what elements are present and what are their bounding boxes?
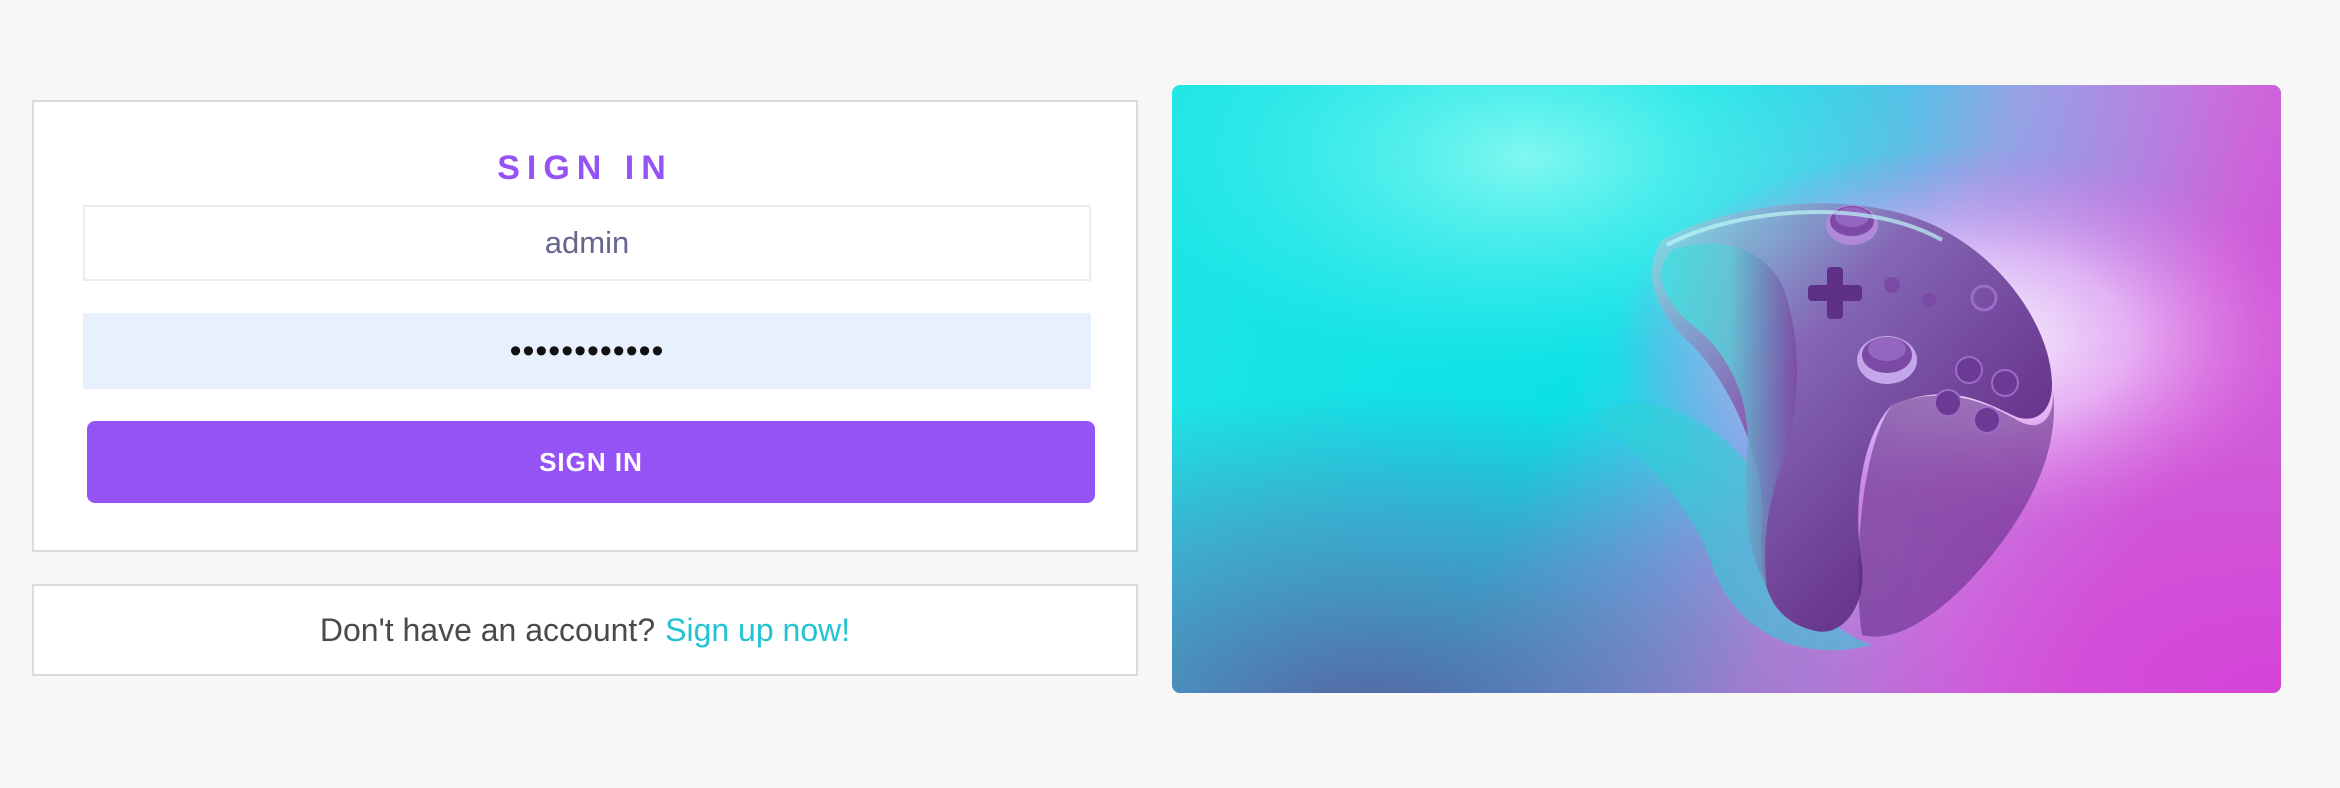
game-controller-image <box>1172 85 2281 693</box>
login-card: SIGN IN SIGN IN <box>32 100 1138 552</box>
sign-up-link[interactable]: Sign up now! <box>665 612 850 649</box>
hero-image <box>1172 85 2281 693</box>
username-input[interactable] <box>83 205 1091 281</box>
page: SIGN IN SIGN IN Don't have an account? S… <box>0 0 2340 788</box>
signup-prompt: Don't have an account? <box>319 611 656 648</box>
login-title: SIGN IN <box>497 149 673 187</box>
sign-in-button[interactable]: SIGN IN <box>87 421 1095 503</box>
signup-card: Don't have an account? Sign up now! <box>32 584 1138 676</box>
password-input[interactable] <box>83 313 1091 389</box>
